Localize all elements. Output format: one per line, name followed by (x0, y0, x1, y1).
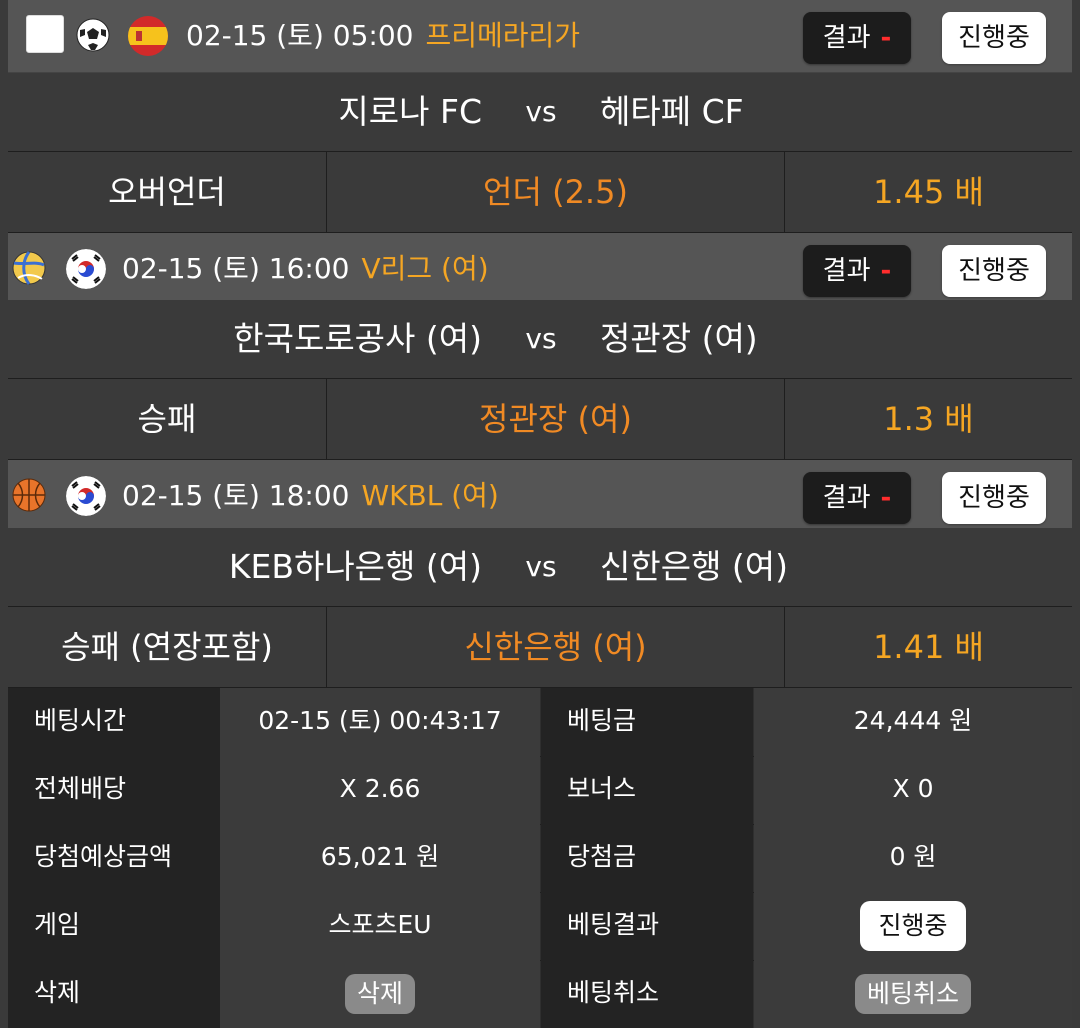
bet-time-value: 02-15 (토) 00:43:17 (220, 688, 540, 756)
market-type: 승패 (연장포함) (8, 607, 327, 687)
match-teams-row: KEB하나은행 (여) vs 신한은행 (여) (8, 528, 1072, 607)
bet-summary-table: 베팅시간 02-15 (토) 00:43:17 베팅금 24,444 원 전체배… (8, 688, 1072, 1028)
korea-flag-icon (66, 476, 106, 516)
result-button[interactable]: 결과 - (803, 472, 911, 524)
win-amount-label: 당첨금 (541, 824, 753, 892)
status-button[interactable]: 진행중 (942, 472, 1046, 524)
summary-row: 게임 스포츠EU 베팅결과 진행중 (8, 892, 1072, 961)
korea-flag-icon (66, 249, 106, 289)
status-button[interactable]: 진행중 (942, 12, 1046, 64)
cancel-cell: 베팅취소 (754, 960, 1072, 1028)
bet-pick: 신한은행 (여) (327, 607, 785, 687)
cancel-bet-button[interactable]: 베팅취소 (854, 974, 971, 1014)
bet-odds: 1.3 배 (883, 400, 974, 438)
delete-cell: 삭제 (220, 960, 540, 1028)
away-team: 정관장 (여) (600, 319, 758, 358)
result-button[interactable]: 결과 - (803, 245, 911, 297)
bet-pick: 언더 (2.5) (327, 152, 785, 232)
home-team: 지로나 FC (338, 92, 482, 131)
bet-header: 02-15 (토) 16:00 V리그 (여) 결과 - 진행중 (8, 233, 1072, 306)
match-datetime-line: 02-15 (토) 16:00 V리그 (여) (122, 247, 489, 291)
match-date: 02-15 (토) 16:00 (122, 252, 350, 285)
bet-result-label: 베팅결과 (541, 892, 753, 960)
result-value: - (880, 23, 892, 53)
bet-header: 02-15 (토) 05:00 프리메라리가 결과 - 진행중 (8, 0, 1072, 73)
result-value: - (880, 483, 892, 513)
bonus-value: X 0 (754, 756, 1072, 824)
league-name: 프리메라리가 (425, 19, 581, 52)
expected-win-value: 65,021 원 (220, 824, 540, 892)
result-label: 결과 (822, 23, 871, 53)
bet-selection-row: 승패 정관장 (여) 1.3 배 (8, 379, 1072, 460)
away-team: 신한은행 (여) (600, 547, 789, 586)
total-odds-label: 전체배당 (8, 756, 220, 824)
frame-right (1072, 0, 1080, 1028)
market-type: 오버언더 (8, 152, 327, 232)
match-datetime-line: 02-15 (토) 05:00 프리메라리가 (186, 14, 580, 58)
result-button[interactable]: 결과 - (803, 12, 911, 64)
market-type: 승패 (8, 379, 327, 459)
bet-amount-label: 베팅금 (541, 688, 753, 756)
bonus-label: 보너스 (541, 756, 753, 824)
bet-odds: 1.41 배 (873, 628, 984, 666)
bet-result-status-button[interactable]: 진행중 (860, 901, 966, 951)
frame-left (0, 0, 8, 1028)
total-odds-value: X 2.66 (220, 756, 540, 824)
bet-time-label: 베팅시간 (8, 688, 220, 756)
game-value: 스포츠EU (220, 892, 540, 960)
match-date: 02-15 (토) 05:00 (186, 19, 414, 52)
vs-label: vs (525, 95, 557, 128)
status-button[interactable]: 진행중 (942, 245, 1046, 297)
bet-result-cell: 진행중 (754, 892, 1072, 960)
summary-row: 베팅시간 02-15 (토) 00:43:17 베팅금 24,444 원 (8, 688, 1072, 757)
vs-label: vs (525, 550, 557, 583)
bet-pick: 정관장 (여) (327, 379, 785, 459)
match-date: 02-15 (토) 18:00 (122, 479, 350, 512)
game-label: 게임 (8, 892, 220, 960)
cancel-label: 베팅취소 (541, 960, 753, 1028)
expected-win-label: 당첨예상금액 (8, 824, 220, 892)
delete-button[interactable]: 삭제 (344, 974, 415, 1014)
bet-slip: 02-15 (토) 05:00 프리메라리가 결과 - 진행중 지로나 FC vs … (0, 0, 1080, 1028)
bet-selection-row: 오버언더 언더 (2.5) 1.45 배 (8, 152, 1072, 233)
match-teams-row: 지로나 FC vs 헤타페 CF (8, 73, 1072, 152)
home-team: KEB하나은행 (여) (228, 547, 482, 586)
away-team: 헤타페 CF (600, 92, 744, 131)
league-name: V리그 (여) (361, 252, 489, 285)
summary-row: 삭제 삭제 베팅취소 베팅취소 (8, 960, 1072, 1028)
result-label: 결과 (822, 483, 871, 513)
select-checkbox[interactable] (26, 15, 64, 53)
soccer-ball-icon (76, 18, 110, 52)
vs-label: vs (525, 322, 557, 355)
summary-row: 당첨예상금액 65,021 원 당첨금 0 원 (8, 824, 1072, 893)
volleyball-icon (12, 251, 46, 285)
spain-flag-icon (128, 16, 168, 56)
result-value: - (880, 256, 892, 286)
bet-selection-row: 승패 (연장포함) 신한은행 (여) 1.41 배 (8, 607, 1072, 688)
delete-label: 삭제 (8, 960, 220, 1028)
league-name: WKBL (여) (361, 479, 499, 512)
basketball-icon (12, 478, 46, 512)
bet-header: 02-15 (토) 18:00 WKBL (여) 결과 - 진행중 (8, 460, 1072, 533)
bet-amount-value: 24,444 원 (754, 688, 1072, 756)
match-teams-row: 한국도로공사 (여) vs 정관장 (여) (8, 300, 1072, 379)
result-label: 결과 (822, 256, 871, 286)
match-datetime-line: 02-15 (토) 18:00 WKBL (여) (122, 474, 499, 518)
win-amount-value: 0 원 (754, 824, 1072, 892)
summary-row: 전체배당 X 2.66 보너스 X 0 (8, 756, 1072, 825)
home-team: 한국도로공사 (여) (233, 319, 482, 358)
bet-odds: 1.45 배 (873, 173, 984, 211)
